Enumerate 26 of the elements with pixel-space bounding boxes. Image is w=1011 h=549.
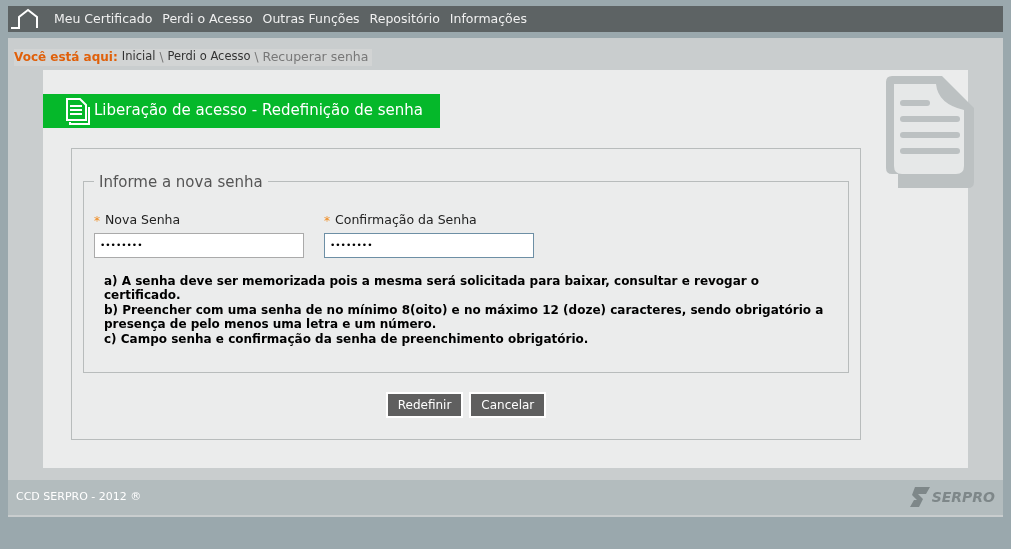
password-field[interactable]: •••••••• [94,232,304,258]
nav-link[interactable]: Repositório [369,9,440,29]
breadcrumb-separator: \ [254,49,259,66]
breadcrumb-label: Você está aqui: [14,49,118,66]
instruction-text: b) Preencher com uma senha de no mínimo 8(oito) e no máximo 12 (doze) caracteres, sendo obrigatório a presença de pelo menos uma letra e um número. [104,302,824,332]
fieldset-legend: Informe a nova senha [94,170,268,194]
form-button[interactable]: Redefinir [385,391,464,418]
footer-text: CCD SERPRO - 2012 ® [16,489,142,506]
breadcrumb-separator: \ [159,49,164,66]
required-mark: * [94,212,100,230]
form-button[interactable]: Cancelar [469,391,547,418]
breadcrumb-link[interactable]: Inicial [121,48,156,66]
document-icon [65,95,91,126]
nav-link[interactable]: Outras Funções [262,9,360,29]
instruction-text: a) A senha deve ser memorizada pois a mesma será solicitada para baixar, consultar e revogar o certificado. [104,273,761,303]
breadcrumb-link[interactable]: Perdi o Acesso [167,48,251,66]
page-title: Liberação de acesso - Redefinição de senha [94,100,423,122]
field-label: Nova Senha [105,211,181,230]
required-mark: * [324,212,330,230]
instruction-text: c) Campo senha e confirmação da senha de preenchimento obrigatório. [104,331,590,347]
nav-link[interactable]: Informações [449,9,527,29]
field-label: Confirmação da Senha [335,211,477,230]
breadcrumb-current-page: Recuperar senha [262,47,369,66]
password-field[interactable]: •••••••• [324,232,534,258]
nav-link[interactable]: Perdi o Acesso [162,9,253,29]
nav-link[interactable]: Meu Certificado [54,9,153,29]
